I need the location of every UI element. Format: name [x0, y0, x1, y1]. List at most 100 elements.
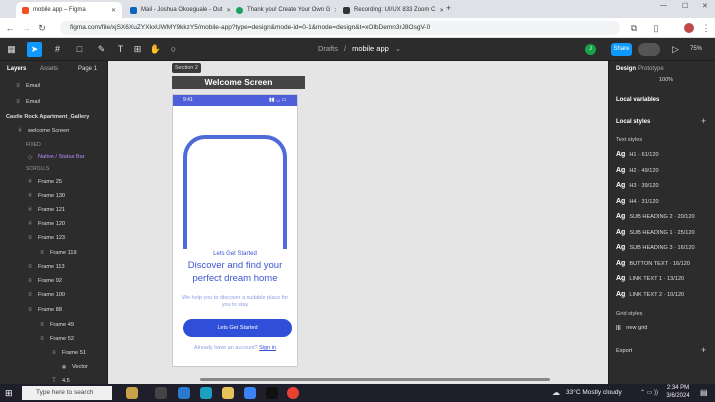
tab-design[interactable]: Design [616, 66, 636, 72]
comment-icon[interactable]: ○ [166, 42, 181, 57]
pen-tool-icon[interactable]: ✎ [94, 42, 109, 57]
layer-row[interactable]: # Frame 130 [0, 190, 107, 202]
forward-arrow-icon[interactable]: → [20, 22, 32, 34]
text-style-item[interactable]: Ag H2 · 49/120 [616, 167, 659, 174]
weather-text[interactable]: 33°C Mostly cloudy [566, 389, 622, 396]
system-tray-icons[interactable]: ⌃ ▭ )) [640, 389, 658, 396]
notifications-icon[interactable]: ▤ [700, 388, 708, 397]
layer-row[interactable]: ≡ Frame 88 [0, 304, 107, 316]
autolayout-icon: ≡ [40, 322, 44, 328]
back-arrow-icon[interactable]: ← [4, 22, 16, 34]
profile-avatar[interactable] [684, 23, 694, 33]
text-style-item[interactable]: Ag H4 · 31/120 [616, 198, 659, 205]
tab-mail[interactable]: Mail - Joshua Okoeguale - Out ✕ [124, 2, 230, 18]
file-name[interactable]: mobile app [352, 44, 389, 53]
add-export-icon[interactable]: + [701, 345, 706, 355]
layer-row[interactable]: # Frame 121 [0, 204, 107, 216]
chevron-down-icon[interactable]: ⌄ [395, 44, 401, 53]
grid-style-item[interactable]: ||| new grid [616, 325, 647, 331]
phone-frame[interactable]: 9:41 ▮▮ ◡ ▭ Lets Get Started Discover an… [172, 94, 298, 367]
reload-icon[interactable]: ↻ [36, 22, 48, 34]
text-style-item[interactable]: Ag SUB HEADING 1 · 25/120 [616, 229, 695, 236]
menu-dots-icon[interactable]: ⋮ [700, 22, 712, 34]
multiplayer-avatars[interactable] [638, 43, 660, 56]
page-selector[interactable]: Page 1 [78, 66, 97, 72]
hand-tool-icon[interactable]: ✋ [148, 42, 163, 57]
maximize-icon[interactable]: ☐ [682, 2, 688, 10]
signin-link[interactable]: Sign in [259, 345, 276, 351]
lets-get-started-button[interactable]: Lets Get Started [183, 319, 292, 337]
horizontal-scrollbar[interactable] [200, 378, 550, 381]
section-label[interactable]: Section 2 [172, 63, 201, 73]
add-style-icon[interactable]: + [701, 116, 706, 126]
zoom-level[interactable]: 75% [690, 46, 702, 52]
layer-row[interactable]: T 4.5 [0, 375, 107, 384]
layer-row[interactable]: ≡ Frame 92 [0, 275, 107, 287]
tab-form[interactable]: Thank you! Create Your Own G ✕ [230, 2, 336, 18]
fill-opacity-value[interactable]: 100% [659, 77, 673, 83]
file-explorer-icon[interactable] [126, 387, 138, 399]
move-tool-icon[interactable]: ➤ [27, 42, 42, 57]
layer-row[interactable]: # Frame 25 [0, 176, 107, 188]
tab-assets[interactable]: Assets [40, 66, 58, 72]
breadcrumb-drafts[interactable]: Drafts [318, 44, 338, 53]
local-variables-label[interactable]: Local variables [616, 97, 659, 103]
layer-row[interactable]: ≡ Frame 52 [0, 333, 107, 345]
close-icon[interactable]: ✕ [439, 7, 443, 14]
layer-row[interactable]: ≡ Frame 113 [0, 261, 107, 273]
layer-row[interactable]: # welcome Screen [0, 125, 107, 137]
shape-tool-icon[interactable]: □ [72, 42, 87, 57]
frame-tool-icon[interactable]: # [50, 42, 65, 57]
tab-figma[interactable]: mobile app – Figma ✕ [16, 2, 122, 18]
figma-app-icon[interactable] [266, 387, 278, 399]
chrome-icon[interactable] [287, 387, 299, 399]
layer-row[interactable]: ≡ Email [0, 80, 107, 92]
text-style-item[interactable]: Ag BUTTON TEXT · 16/120 [616, 260, 690, 267]
avatar[interactable]: J [585, 44, 596, 55]
close-icon[interactable]: ✕ [111, 7, 116, 14]
layer-row[interactable]: # Frame 120 [0, 218, 107, 230]
taskbar-app-icon[interactable] [178, 387, 190, 399]
clock-time[interactable]: 2:34 PM [666, 385, 690, 391]
text-tool-icon[interactable]: T [113, 42, 128, 57]
url-input[interactable]: figma.com/file/xjSX6XuZYXkxUWMY9kkzY5/mo… [60, 21, 620, 35]
export-label[interactable]: Export [616, 348, 632, 354]
text-style-item[interactable]: Ag SUB HEADING 2 · 20/120 [616, 213, 695, 220]
sidebar-icon[interactable]: ▯ [650, 22, 662, 34]
design-canvas[interactable]: Section 2 Welcome Screen 9:41 ▮▮ ◡ ▭ Let… [108, 61, 608, 384]
frame-title[interactable]: Welcome Screen [172, 76, 305, 89]
close-icon[interactable]: ✕ [334, 7, 336, 14]
text-style-item[interactable]: Ag LINK TEXT 1 · 13/120 [616, 275, 684, 282]
layer-row[interactable]: ✱ Vector [0, 361, 107, 373]
layer-row[interactable]: Castle Rock Apartment_Gallery [0, 111, 107, 123]
present-play-icon[interactable]: ▷ [668, 42, 683, 57]
layer-row[interactable]: ≡ Frame 100 [0, 289, 107, 301]
layer-row[interactable]: ≡ Frame 51 [0, 347, 107, 359]
layer-row[interactable]: ◇ Native / Status Bar [0, 151, 107, 163]
resources-icon[interactable]: ⊞ [130, 42, 145, 57]
task-view-icon[interactable] [155, 387, 167, 399]
tab-prototype[interactable]: Prototype [638, 66, 664, 72]
tab-layers[interactable]: Layers [7, 66, 26, 72]
store-icon[interactable] [244, 387, 256, 399]
extensions-icon[interactable]: ⧉ [628, 22, 640, 34]
folder-icon[interactable] [222, 387, 234, 399]
minimize-icon[interactable]: — [660, 2, 667, 9]
layer-row[interactable]: ≡ Frame 49 [0, 319, 107, 331]
text-style-item[interactable]: Ag SUB HEADING 3 · 16/120 [616, 244, 695, 251]
text-style-item[interactable]: Ag H3 · 39/120 [616, 182, 659, 189]
layer-row[interactable]: ≡ Frame 123 [0, 232, 107, 244]
edge-icon[interactable] [200, 387, 212, 399]
tab-recording[interactable]: Recording: UI/UX 833 Zoom C ✕ [337, 2, 443, 18]
text-style-item[interactable]: Ag H1 · 61/120 [616, 151, 659, 158]
clock-date[interactable]: 3/6/2024 [666, 393, 690, 399]
new-tab-plus-icon[interactable]: + [446, 3, 451, 13]
window-close-icon[interactable]: ✕ [702, 2, 708, 10]
taskbar-search-input[interactable]: Type here to search [22, 386, 112, 400]
main-menu-icon[interactable]: ▦ [4, 42, 19, 57]
share-button[interactable]: Share [611, 43, 632, 56]
layer-row[interactable]: ≡ Email [0, 96, 107, 108]
windows-start-icon[interactable]: ⊞ [5, 388, 15, 398]
text-style-item[interactable]: Ag LINK TEXT 2 · 10/120 [616, 291, 684, 298]
layer-row[interactable]: ≡ Frame 119 [0, 247, 107, 259]
